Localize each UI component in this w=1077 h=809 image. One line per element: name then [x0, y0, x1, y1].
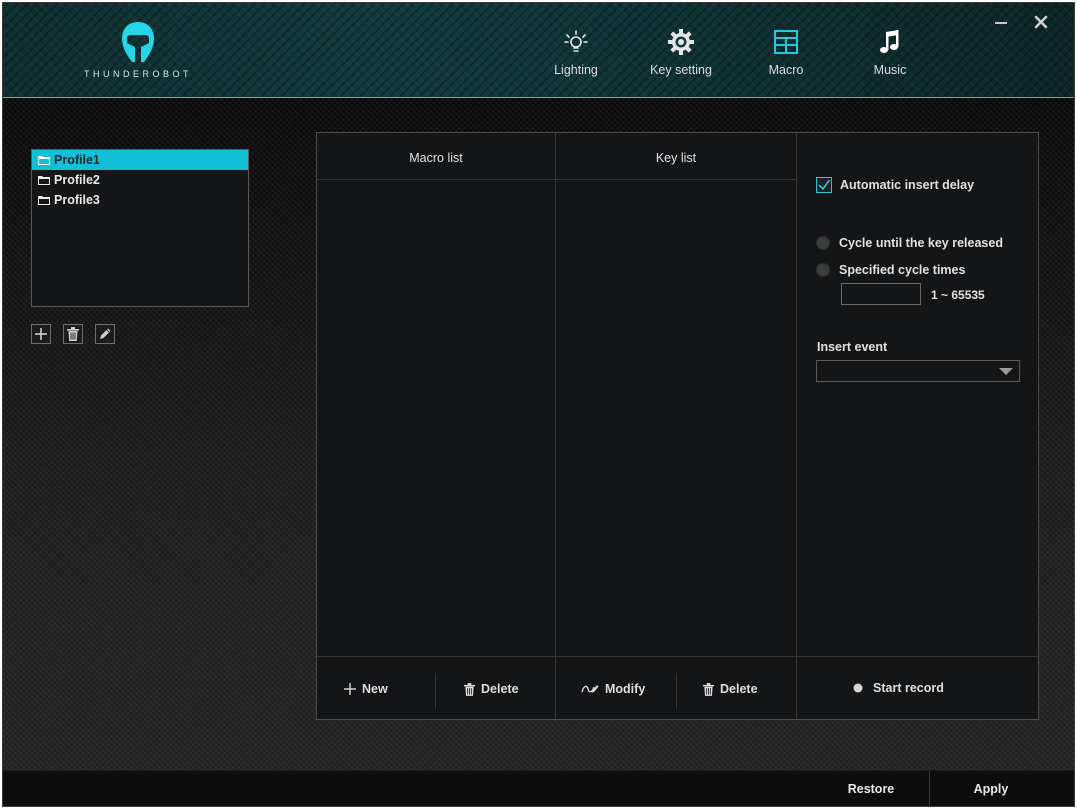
- delete-macro-label: Delete: [481, 682, 519, 696]
- cycle-range-label: 1 ~ 65535: [931, 288, 985, 302]
- minimize-button[interactable]: [990, 11, 1012, 33]
- tab-macro[interactable]: Macro: [755, 27, 817, 87]
- bottom-action-bar: Restore Apply: [3, 770, 1074, 806]
- macro-editor-panel: Macro list Key list New Delete Modify De…: [316, 132, 1039, 720]
- add-profile-button[interactable]: [31, 324, 51, 344]
- checkmark-icon: [818, 179, 831, 191]
- tab-key-setting[interactable]: Key setting: [641, 27, 721, 87]
- specified-cycle-times-option[interactable]: Specified cycle times: [816, 263, 965, 277]
- column-divider: [796, 133, 797, 719]
- plus-icon: [344, 683, 356, 695]
- new-macro-button[interactable]: New: [344, 677, 388, 701]
- folder-icon: [38, 156, 50, 165]
- close-icon: [1034, 15, 1048, 29]
- start-record-button[interactable]: Start record: [853, 676, 944, 700]
- tab-lighting-label: Lighting: [554, 63, 598, 77]
- delete-key-button[interactable]: Delete: [703, 677, 758, 701]
- footer-button-separator: [435, 673, 436, 709]
- insert-event-dropdown[interactable]: [816, 360, 1020, 382]
- profile-item-label: Profile2: [54, 173, 100, 187]
- record-dot-icon: [853, 683, 863, 693]
- minimize-icon: [995, 22, 1007, 24]
- light-bulb-icon: [564, 30, 588, 52]
- delete-macro-button[interactable]: Delete: [464, 677, 519, 701]
- cycle-until-released-label: Cycle until the key released: [839, 236, 1003, 250]
- start-record-label: Start record: [873, 681, 944, 695]
- tab-lighting[interactable]: Lighting: [543, 27, 609, 87]
- trash-icon: [67, 327, 79, 341]
- modify-key-button[interactable]: Modify: [581, 677, 645, 701]
- cycle-until-released-radio[interactable]: [816, 236, 830, 250]
- grid-table-icon: [774, 30, 798, 54]
- key-list-header: Key list: [556, 133, 796, 180]
- auto-insert-delay-option[interactable]: Automatic insert delay: [816, 177, 974, 193]
- auto-insert-delay-checkbox[interactable]: [816, 177, 832, 193]
- pencil-icon: [100, 328, 111, 339]
- app-window: THUNDEROBOT Lighting Key setting Macro M…: [3, 3, 1074, 806]
- insert-event-label: Insert event: [817, 340, 888, 354]
- specified-cycle-times-label: Specified cycle times: [839, 263, 966, 277]
- profile-item-1[interactable]: Profile1: [32, 150, 248, 170]
- tab-key-setting-label: Key setting: [650, 63, 712, 77]
- brand-name: THUNDEROBOT: [84, 69, 192, 79]
- delete-key-label: Delete: [720, 682, 758, 696]
- trash-icon: [703, 682, 714, 696]
- helmet-logo-icon: [122, 22, 154, 62]
- restore-button[interactable]: Restore: [813, 771, 929, 806]
- cycle-times-input[interactable]: [841, 283, 921, 305]
- footer-button-separator: [676, 673, 677, 709]
- profile-item-2[interactable]: Profile2: [32, 170, 248, 190]
- apply-button[interactable]: Apply: [930, 771, 1052, 806]
- edit-curve-icon: [581, 685, 599, 693]
- profile-item-3[interactable]: Profile3: [32, 190, 248, 210]
- tab-music[interactable]: Music: [859, 27, 921, 87]
- macro-list-header: Macro list: [317, 133, 555, 180]
- delete-profile-button[interactable]: [63, 324, 83, 344]
- music-note-icon: [880, 30, 899, 53]
- chevron-down-icon: [999, 368, 1013, 375]
- plus-icon: [35, 328, 47, 340]
- profile-list: Profile1 Profile2 Profile3: [31, 149, 249, 307]
- profile-item-label: Profile3: [54, 193, 100, 207]
- cycle-until-released-option[interactable]: Cycle until the key released: [816, 236, 1003, 250]
- panel-footer-divider: [317, 656, 1038, 657]
- folder-icon: [38, 176, 50, 185]
- gear-icon: [668, 29, 694, 55]
- close-button[interactable]: [1030, 11, 1052, 33]
- profile-item-label: Profile1: [54, 153, 100, 167]
- header-bar: THUNDEROBOT Lighting Key setting Macro M…: [3, 3, 1074, 98]
- tab-music-label: Music: [873, 63, 907, 77]
- folder-icon: [38, 196, 50, 205]
- column-divider: [555, 133, 556, 719]
- specified-cycle-times-radio[interactable]: [816, 263, 830, 277]
- edit-profile-button[interactable]: [95, 324, 115, 344]
- auto-insert-delay-label: Automatic insert delay: [840, 178, 975, 192]
- modify-key-label: Modify: [605, 682, 646, 696]
- brand-logo: THUNDEROBOT: [75, 21, 201, 79]
- trash-icon: [464, 682, 475, 696]
- tab-macro-label: Macro: [768, 63, 804, 77]
- new-macro-label: New: [362, 682, 388, 696]
